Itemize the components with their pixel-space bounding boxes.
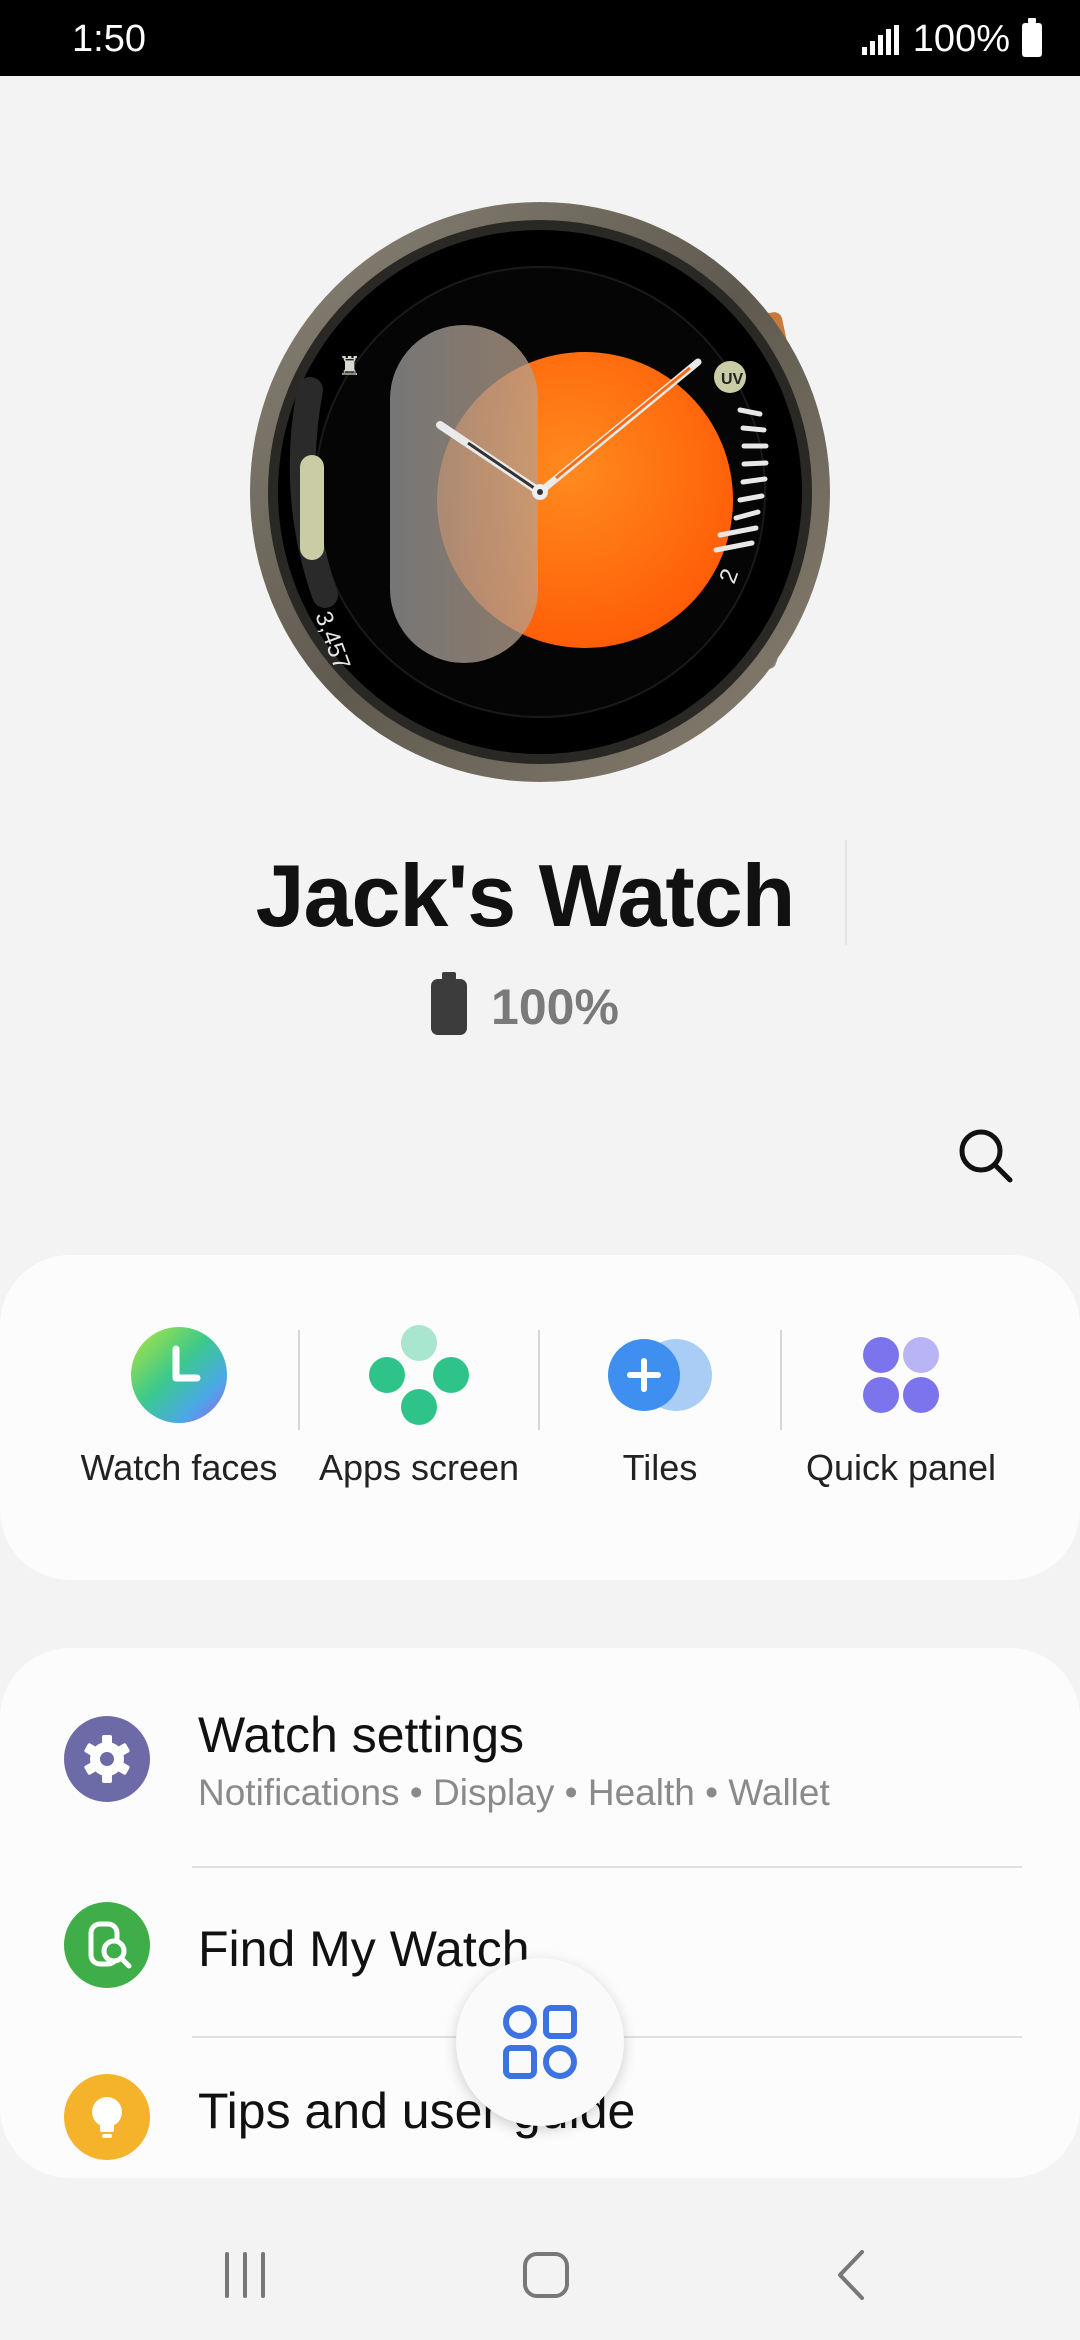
gear-icon bbox=[64, 1716, 150, 1802]
svg-text:♜: ♜ bbox=[338, 351, 361, 381]
navigation-bar bbox=[0, 2200, 1080, 2340]
search-button[interactable] bbox=[950, 1120, 1020, 1190]
grid-icon bbox=[503, 2005, 577, 2079]
home-icon bbox=[523, 2252, 569, 2298]
status-bar: 1:50 100% bbox=[0, 0, 1080, 76]
recent-apps-icon bbox=[225, 2252, 265, 2298]
quick-label: Apps screen bbox=[318, 1447, 520, 1488]
lightbulb-icon bbox=[64, 2074, 150, 2160]
find-watch-icon bbox=[64, 1902, 150, 1988]
device-battery: 100% bbox=[0, 972, 1050, 1036]
watch-faces-icon bbox=[129, 1325, 229, 1425]
quick-item-watch-faces[interactable]: Watch faces bbox=[59, 1325, 299, 1525]
device-battery-text: 100% bbox=[491, 979, 619, 1035]
device-battery-icon bbox=[431, 972, 468, 1035]
status-time: 1:50 bbox=[72, 18, 146, 60]
back-icon bbox=[838, 2250, 864, 2300]
settings-title: Watch settings bbox=[198, 1707, 525, 1763]
status-indicators: 100% bbox=[861, 17, 1042, 61]
recent-apps-button[interactable] bbox=[205, 2240, 285, 2310]
signal-icon bbox=[861, 24, 899, 55]
quick-actions-card: Watch faces Apps screen Tiles Quick pane… bbox=[0, 1255, 1080, 1580]
apps-screen-icon bbox=[369, 1325, 469, 1425]
home-button[interactable] bbox=[505, 2240, 585, 2310]
settings-subtitle: Notifications • Display • Health • Walle… bbox=[198, 1772, 830, 1813]
search-icon bbox=[959, 1129, 1013, 1183]
quick-item-apps-screen[interactable]: Apps screen bbox=[299, 1325, 539, 1525]
tiles-icon bbox=[608, 1325, 712, 1425]
quick-item-tiles[interactable]: Tiles bbox=[540, 1325, 780, 1525]
quick-label: Watch faces bbox=[80, 1447, 278, 1488]
battery-icon bbox=[1022, 17, 1042, 57]
name-divider bbox=[845, 840, 847, 945]
watch-face-image[interactable]: ♜ 3,457 UV 2 bbox=[250, 200, 840, 790]
back-button[interactable] bbox=[810, 2240, 890, 2310]
device-name: Jack's Watch bbox=[255, 846, 796, 945]
quick-label: Tiles bbox=[622, 1447, 698, 1488]
quick-label: Quick panel bbox=[805, 1447, 997, 1488]
watch-uv-label: UV bbox=[721, 371, 744, 388]
settings-item-watch-settings[interactable]: Watch settings Notifications • Display •… bbox=[0, 1648, 1080, 1866]
apps-fab-button[interactable] bbox=[456, 1958, 624, 2126]
quick-item-quick-panel[interactable]: Quick panel bbox=[781, 1325, 1021, 1525]
status-battery-text: 100% bbox=[912, 18, 1010, 60]
quick-panel-icon bbox=[851, 1325, 951, 1425]
